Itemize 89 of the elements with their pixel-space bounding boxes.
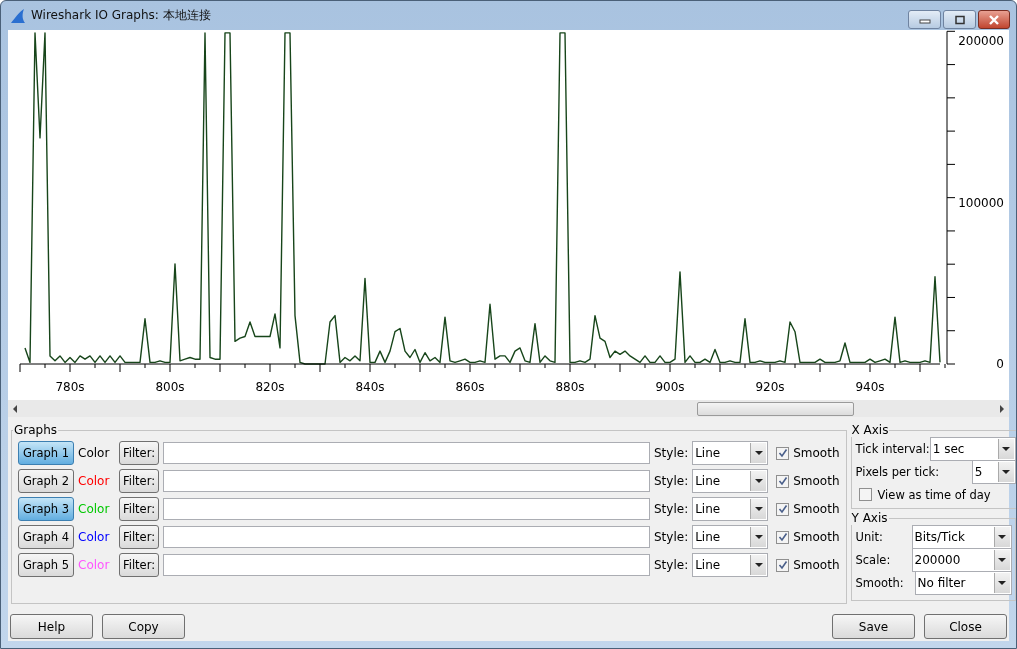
style-label: Style: — [654, 474, 689, 488]
caret-icon — [754, 535, 763, 539]
style-dropdown[interactable]: Line — [692, 441, 769, 465]
tick-interval-dropdown[interactable]: 1 sec — [929, 436, 1016, 461]
smooth-checkbox[interactable] — [776, 530, 790, 544]
caret-icon — [998, 534, 1006, 539]
smooth-dropdown[interactable]: No filter — [914, 570, 1012, 595]
scale-dropdown[interactable]: 200000 — [911, 547, 1012, 572]
checkbox-label: Smooth — [793, 530, 840, 544]
scroll-thumb[interactable] — [697, 402, 854, 416]
axis-tick-label: 920s — [755, 380, 785, 394]
axis-tick-label: 860s — [455, 380, 485, 394]
color-label[interactable]: Color — [78, 446, 115, 460]
style-dropdown[interactable]: Line — [692, 497, 769, 521]
unit-dropdown[interactable]: Bits/Tick — [911, 524, 1012, 549]
style-label: Style: — [654, 558, 689, 572]
maximize-icon — [953, 14, 966, 25]
color-label[interactable]: Color — [78, 530, 115, 544]
filter-field[interactable] — [163, 526, 650, 548]
filter-button[interactable]: Filter: — [119, 525, 159, 549]
style-label: Style: — [654, 446, 689, 460]
tick-interval-label: Tick interval: — [855, 441, 930, 456]
filter-field[interactable] — [163, 498, 650, 520]
style-label: Style: — [654, 530, 689, 544]
filter-field[interactable] — [163, 470, 650, 492]
checkbox-label: Smooth — [793, 446, 840, 460]
axis-tick-label: 800s — [155, 380, 185, 394]
graph-toggle-button[interactable]: Graph 2 — [18, 469, 74, 493]
graph-toggle-button[interactable]: Graph 3 — [18, 497, 74, 521]
caret-icon — [754, 563, 763, 567]
smooth-checkbox[interactable] — [776, 446, 790, 460]
dialog-button[interactable]: Save — [832, 614, 915, 639]
dialog-button[interactable]: Help — [10, 614, 93, 639]
caret-icon — [754, 451, 763, 455]
smooth-checkbox[interactable] — [776, 558, 790, 572]
filter-button[interactable]: Filter: — [119, 441, 159, 465]
checkbox-label: Smooth — [793, 502, 840, 516]
axis-tick-label: 0 — [996, 357, 1004, 371]
axis-tick-label: 820s — [255, 380, 285, 394]
axis-tick-label: 780s — [55, 380, 85, 394]
color-label[interactable]: Color — [78, 474, 115, 488]
group-title: X Axis — [850, 423, 890, 437]
filter-button[interactable]: Filter: — [119, 553, 159, 577]
smooth-checkbox[interactable] — [776, 474, 790, 488]
axis-tick-label: 840s — [355, 380, 385, 394]
graph-toggle-button[interactable]: Graph 1 — [18, 441, 74, 465]
window-title: Wireshark IO Graphs: 本地连接 — [31, 7, 211, 24]
shark-fin-icon — [10, 7, 26, 24]
horizontal-scrollbar[interactable] — [8, 400, 1009, 417]
caret-icon — [754, 479, 763, 483]
caret-icon — [1002, 469, 1011, 474]
style-dropdown[interactable]: Line — [692, 525, 769, 549]
caret-icon — [1002, 446, 1011, 451]
caret-icon — [998, 580, 1006, 585]
checkbox-label: Smooth — [793, 558, 840, 572]
group-title: Graphs — [13, 423, 59, 437]
graph-toggle-button[interactable]: Graph 5 — [18, 553, 74, 577]
close-icon — [988, 14, 1000, 25]
pixels-per-tick-label: Pixels per tick: — [855, 464, 940, 479]
style-dropdown[interactable]: Line — [692, 553, 769, 577]
close-button[interactable] — [978, 10, 1010, 29]
filter-button[interactable]: Filter: — [119, 469, 159, 493]
filter-button[interactable]: Filter: — [119, 497, 159, 521]
scroll-left-icon[interactable] — [12, 404, 18, 413]
checkbox-label: Smooth — [793, 474, 840, 488]
checkbox-label: View as time of day — [877, 487, 991, 502]
smooth-checkbox[interactable] — [776, 502, 790, 516]
filter-field[interactable] — [163, 442, 650, 464]
caret-icon — [754, 507, 763, 511]
pixels-per-tick-dropdown[interactable]: 5 — [971, 459, 1016, 484]
maximize-button[interactable] — [943, 10, 976, 29]
axis-tick-label: 200000 — [958, 34, 1004, 48]
axis-tick-label: 900s — [655, 380, 685, 394]
unit-label: Unit: — [855, 529, 883, 544]
caret-icon — [998, 557, 1006, 562]
graph-toggle-button[interactable]: Graph 4 — [18, 525, 74, 549]
filter-field[interactable] — [163, 554, 650, 576]
axis-tick-label: 940s — [855, 380, 885, 394]
axis-tick-label: 100000 — [958, 195, 1004, 210]
smooth-label: Smooth: — [855, 575, 904, 590]
style-dropdown[interactable]: Line — [692, 469, 769, 493]
style-label: Style: — [654, 502, 689, 516]
dialog-button[interactable]: Copy — [102, 614, 185, 639]
group-title: Y Axis — [850, 511, 889, 525]
scale-label: Scale: — [855, 552, 891, 567]
time-of-day-checkbox[interactable] — [858, 488, 872, 501]
axis-tick-label: 880s — [555, 380, 585, 394]
scroll-right-icon[interactable] — [999, 404, 1005, 413]
dialog-button[interactable]: Close — [924, 614, 1007, 639]
